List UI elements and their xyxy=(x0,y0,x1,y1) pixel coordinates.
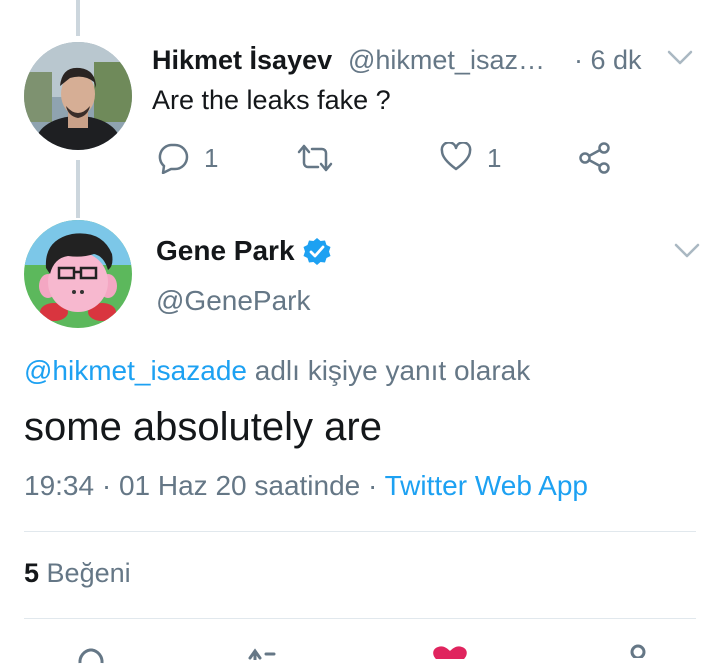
author-handle-gene-park[interactable]: @GenePark xyxy=(156,285,311,317)
avatar-gene-park[interactable] xyxy=(24,220,132,328)
tweet-time[interactable]: · 6 dk xyxy=(574,45,642,76)
reply-to-handle-link[interactable]: @hikmet_isazade xyxy=(24,355,247,386)
verified-badge-icon xyxy=(302,237,332,267)
like-icon-main[interactable] xyxy=(430,645,470,659)
reply-icon-main[interactable] xyxy=(72,644,108,664)
divider-top xyxy=(24,531,696,532)
main-tweet-text: some absolutely are xyxy=(24,405,382,449)
tweet-metadata: 19:34 · 01 Haz 20 saatinde · Twitter Web… xyxy=(24,470,588,502)
like-count: 1 xyxy=(487,143,502,173)
retweet-icon[interactable] xyxy=(296,143,334,173)
author-name-gene-park[interactable]: Gene Park xyxy=(156,235,295,267)
tweet-client-link[interactable]: Twitter Web App xyxy=(385,470,588,501)
reply-count: 1 xyxy=(204,143,219,173)
chevron-down-icon-main[interactable] xyxy=(674,243,700,259)
likes-label: Beğeni xyxy=(46,558,131,588)
thread-line-top xyxy=(76,0,80,36)
chevron-down-icon[interactable] xyxy=(667,50,693,66)
reply-icon[interactable] xyxy=(156,142,190,174)
likes-summary[interactable]: 5 Beğeni xyxy=(24,558,131,589)
likes-count: 5 xyxy=(24,558,40,588)
reply-context-text: adlı kişiye yanıt olarak xyxy=(254,355,531,386)
reply-context: @hikmet_isazade adlı kişiye yanıt olarak xyxy=(24,355,530,387)
avatar-hikmet[interactable] xyxy=(24,42,132,150)
share-icon[interactable] xyxy=(578,141,612,175)
like-icon[interactable] xyxy=(440,142,472,172)
divider-bottom xyxy=(24,618,696,619)
thread-line-middle xyxy=(76,160,80,218)
author-handle[interactable]: @hikmet_isaz… xyxy=(348,45,545,76)
tweet-timestamp[interactable]: 19:34 · 01 Haz 20 saatinde · xyxy=(24,470,377,501)
tweet-text: Are the leaks fake ? xyxy=(152,85,391,115)
retweet-icon-main[interactable] xyxy=(246,646,282,660)
author-name[interactable]: Hikmet İsayev xyxy=(152,45,332,76)
